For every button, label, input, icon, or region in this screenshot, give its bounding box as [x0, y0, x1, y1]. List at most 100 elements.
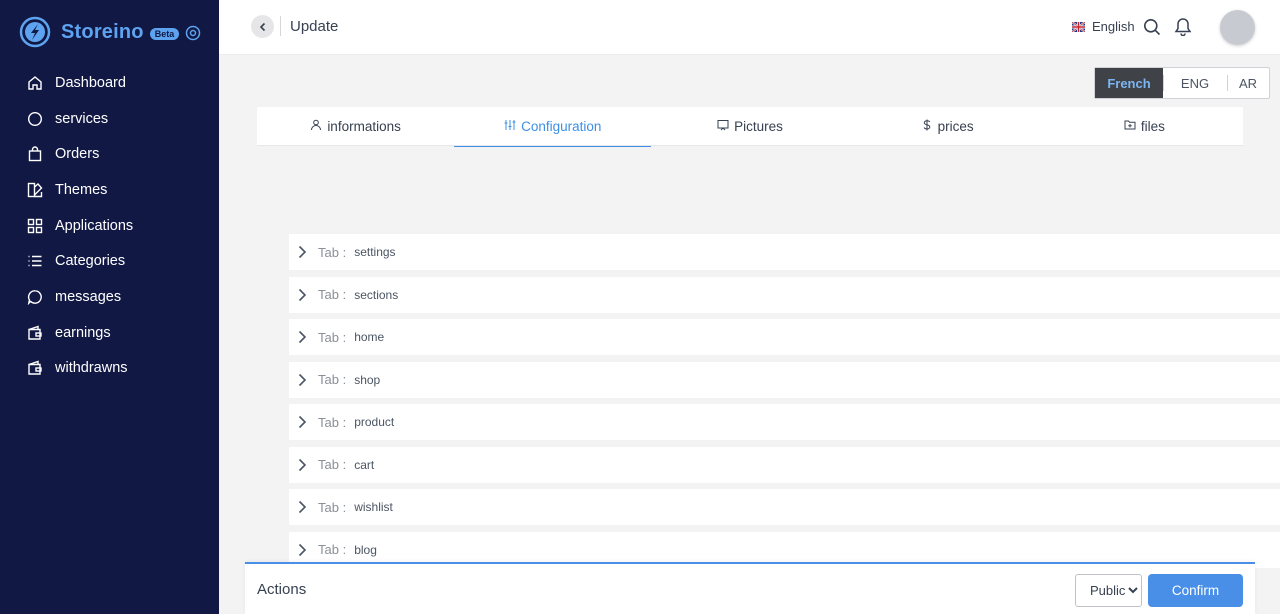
- themes-icon: [27, 182, 43, 198]
- search-icon[interactable]: [1143, 18, 1161, 36]
- sliders-icon: [504, 119, 516, 130]
- circle-icon: [27, 111, 43, 127]
- sidebar-item-withdrawns[interactable]: withdrawns: [0, 351, 219, 387]
- config-tab-settings[interactable]: Tab : settings: [289, 234, 1280, 270]
- chevron-right-icon: [298, 415, 307, 429]
- dollar-icon: [923, 119, 930, 130]
- chevron-left-icon: [259, 22, 265, 31]
- bell-icon[interactable]: [1174, 17, 1192, 36]
- message-circle-icon: [27, 289, 43, 305]
- config-tab-prefix: Tab :: [318, 372, 347, 387]
- sidebar-item-label: Orders: [55, 146, 100, 163]
- storeino-logo-icon: [19, 16, 51, 48]
- config-tab-name: sections: [354, 287, 399, 302]
- folder-plus-icon: [1124, 120, 1136, 129]
- language-option-eng[interactable]: ENG: [1163, 68, 1227, 98]
- tab-label: Configuration: [521, 119, 602, 134]
- sidebar-item-label: earnings: [55, 324, 111, 341]
- config-tab-sections[interactable]: Tab : sections: [289, 276, 1280, 313]
- sidebar-item-applications[interactable]: Applications: [0, 208, 219, 244]
- list-icon: [27, 253, 43, 269]
- tab-prices[interactable]: prices: [849, 107, 1046, 146]
- sidebar-nav: Dashboard services Orders Themes Applica…: [0, 65, 219, 386]
- tab-files[interactable]: files: [1046, 107, 1243, 146]
- actions-bar: Actions Public Confirm: [245, 562, 1255, 614]
- beta-badge: Beta: [149, 28, 180, 40]
- tab-pictures[interactable]: Pictures: [651, 107, 848, 146]
- back-button[interactable]: [251, 15, 274, 38]
- user-icon: [311, 119, 322, 130]
- avatar[interactable]: [1220, 10, 1255, 45]
- sidebar-item-label: Categories: [55, 253, 126, 270]
- brand-name: Storeino: [61, 20, 144, 43]
- sidebar-item-earnings[interactable]: earnings: [0, 315, 219, 351]
- sidebar-item-label: withdrawns: [55, 360, 128, 377]
- config-tabs-list: Tab : settings Tab : sections Tab : home…: [289, 234, 1280, 574]
- wallet-icon: [27, 325, 43, 341]
- chevron-right-icon: [298, 288, 307, 301]
- actions-title: Actions: [257, 581, 307, 598]
- content-language-selector: French ENG AR: [1094, 67, 1270, 99]
- language-label: English: [1092, 19, 1135, 34]
- config-tab-wishlist[interactable]: Tab : wishlist: [289, 489, 1280, 525]
- chevron-right-icon: [298, 458, 307, 471]
- sidebar-item-categories[interactable]: Categories: [0, 243, 219, 279]
- config-tab-name: cart: [354, 457, 375, 472]
- config-tab-name: shop: [354, 372, 381, 387]
- config-tab-name: product: [354, 415, 395, 429]
- brand[interactable]: Storeino Beta: [19, 15, 201, 49]
- config-tab-prefix: Tab :: [318, 244, 347, 260]
- tab-label: Pictures: [734, 119, 783, 134]
- sidebar-item-dashboard[interactable]: Dashboard: [0, 65, 219, 101]
- config-tab-name: wishlist: [354, 500, 393, 514]
- config-tab-home[interactable]: Tab : home: [289, 319, 1280, 355]
- product-tabs: informations Configuration Pictures pric…: [257, 107, 1243, 147]
- chevron-right-icon: [298, 245, 307, 259]
- page-title: Update: [290, 18, 339, 35]
- config-tab-name: settings: [354, 245, 396, 259]
- top-bar: Update English: [219, 0, 1280, 55]
- sidebar-item-label: services: [55, 110, 109, 127]
- sidebar-item-orders[interactable]: Orders: [0, 136, 219, 172]
- tab-configuration[interactable]: Configuration: [454, 107, 652, 147]
- config-tab-prefix: Tab :: [318, 414, 347, 430]
- target-icon[interactable]: [185, 25, 201, 41]
- chevron-right-icon: [298, 543, 307, 556]
- language-option-ar[interactable]: AR: [1227, 68, 1269, 98]
- chevron-right-icon: [298, 330, 307, 344]
- tab-label: informations: [327, 119, 401, 134]
- home-icon: [27, 75, 43, 91]
- config-tab-prefix: Tab :: [318, 542, 347, 557]
- tab-informations[interactable]: informations: [257, 107, 454, 146]
- shopping-bag-icon: [27, 146, 43, 162]
- config-tab-prefix: Tab :: [318, 457, 347, 472]
- config-tab-shop[interactable]: Tab : shop: [289, 361, 1280, 398]
- chevron-right-icon: [298, 500, 307, 514]
- chevron-right-icon: [298, 373, 307, 386]
- language-switcher[interactable]: English: [1072, 19, 1135, 34]
- uk-flag-icon: [1072, 21, 1085, 32]
- tab-label: files: [1140, 119, 1165, 134]
- tab-label: prices: [937, 119, 974, 134]
- sidebar-item-label: Applications: [55, 217, 134, 234]
- sidebar-item-services[interactable]: services: [0, 101, 219, 137]
- confirm-button[interactable]: Confirm: [1148, 574, 1243, 607]
- config-tab-cart[interactable]: Tab : cart: [289, 446, 1280, 483]
- picture-icon: [717, 119, 729, 130]
- sidebar-item-label: Dashboard: [55, 74, 126, 91]
- visibility-select[interactable]: Public: [1075, 574, 1142, 607]
- sidebar: Storeino Beta Dashboard services Orders: [0, 0, 219, 614]
- config-tab-name: blog: [354, 542, 377, 557]
- sidebar-item-themes[interactable]: Themes: [0, 172, 219, 208]
- config-tab-prefix: Tab :: [318, 287, 347, 302]
- title-divider: [280, 16, 281, 36]
- config-tab-prefix: Tab :: [318, 329, 347, 345]
- wallet-icon: [27, 360, 43, 376]
- sidebar-item-label: messages: [55, 288, 122, 305]
- config-tab-prefix: Tab :: [318, 499, 347, 515]
- config-tab-product[interactable]: Tab : product: [289, 404, 1280, 440]
- language-option-french[interactable]: French: [1095, 68, 1163, 98]
- sidebar-item-messages[interactable]: messages: [0, 279, 219, 315]
- config-tab-name: home: [354, 330, 385, 344]
- grid-icon: [27, 218, 43, 234]
